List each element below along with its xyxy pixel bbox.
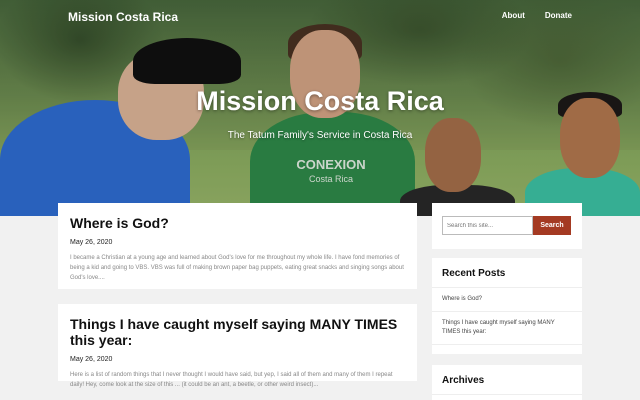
- site-tagline: The Tatum Family's Service in Costa Rica: [227, 130, 413, 141]
- recent-posts-list: Where is God? Things I have caught mysel…: [432, 288, 582, 345]
- search-input[interactable]: [442, 216, 533, 235]
- post-date: May 26, 2020: [70, 239, 113, 246]
- recent-post-link[interactable]: Where is God?: [432, 288, 582, 312]
- post-date: May 26, 2020: [70, 356, 113, 363]
- site-brand-link[interactable]: Mission Costa Rica: [68, 10, 178, 24]
- nav-donate-link[interactable]: Donate: [545, 11, 572, 20]
- post-title-link[interactable]: Things I have caught myself saying MANY …: [70, 316, 405, 348]
- post-excerpt: I became a Christian at a young age and …: [70, 255, 404, 281]
- search-widget: Search: [432, 203, 582, 249]
- nav-about-link[interactable]: About: [502, 11, 525, 20]
- post-card: Where is God? May 26, 2020 I became a Ch…: [58, 203, 417, 289]
- widget-title: Recent Posts: [432, 258, 582, 288]
- site-title: Mission Costa Rica: [196, 86, 444, 116]
- post-excerpt: Here is a list of random things that I n…: [70, 372, 393, 388]
- archives-widget: Archives: [432, 365, 582, 400]
- recent-post-link[interactable]: Things I have caught myself saying MANY …: [432, 312, 582, 345]
- post-card: Things I have caught myself saying MANY …: [58, 304, 417, 388]
- widget-title: Archives: [432, 365, 582, 395]
- recent-posts-widget: Recent Posts Where is God? Things I have…: [432, 258, 582, 354]
- main-nav: About Donate: [502, 11, 572, 20]
- post-title-link[interactable]: Where is God?: [70, 215, 405, 231]
- search-button[interactable]: Search: [533, 216, 571, 235]
